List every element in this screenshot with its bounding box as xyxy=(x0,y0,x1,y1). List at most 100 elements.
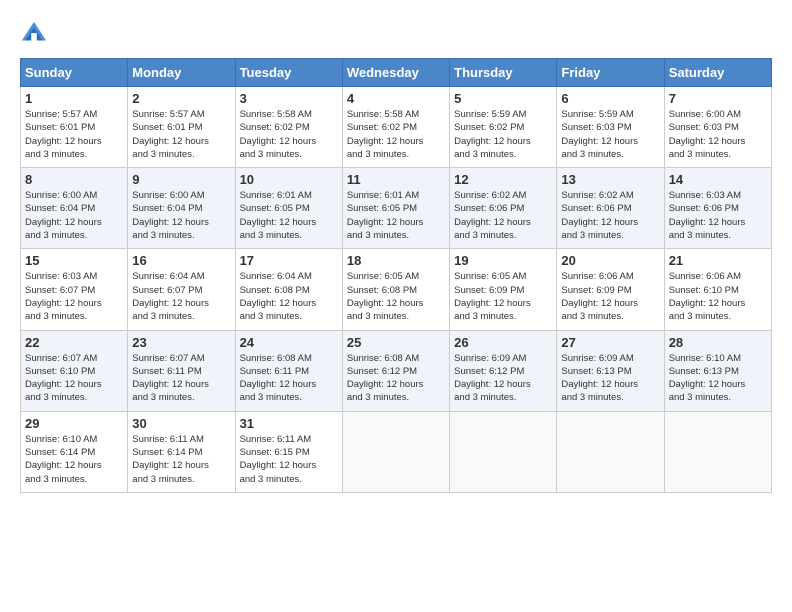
col-thursday: Thursday xyxy=(450,59,557,87)
table-row: 27 Sunrise: 6:09 AMSunset: 6:13 PMDaylig… xyxy=(557,330,664,411)
table-row: 22 Sunrise: 6:07 AMSunset: 6:10 PMDaylig… xyxy=(21,330,128,411)
day-info: Sunrise: 6:00 AMSunset: 6:03 PMDaylight:… xyxy=(669,108,767,161)
day-info: Sunrise: 6:07 AMSunset: 6:10 PMDaylight:… xyxy=(25,352,123,405)
day-number: 21 xyxy=(669,253,767,268)
day-number: 18 xyxy=(347,253,445,268)
day-number: 31 xyxy=(240,416,338,431)
day-number: 4 xyxy=(347,91,445,106)
table-row: 19 Sunrise: 6:05 AMSunset: 6:09 PMDaylig… xyxy=(450,249,557,330)
day-info: Sunrise: 6:06 AMSunset: 6:10 PMDaylight:… xyxy=(669,270,767,323)
day-info: Sunrise: 6:02 AMSunset: 6:06 PMDaylight:… xyxy=(561,189,659,242)
day-info: Sunrise: 6:03 AMSunset: 6:07 PMDaylight:… xyxy=(25,270,123,323)
day-info: Sunrise: 6:03 AMSunset: 6:06 PMDaylight:… xyxy=(669,189,767,242)
day-number: 17 xyxy=(240,253,338,268)
day-info: Sunrise: 6:01 AMSunset: 6:05 PMDaylight:… xyxy=(347,189,445,242)
table-row: 15 Sunrise: 6:03 AMSunset: 6:07 PMDaylig… xyxy=(21,249,128,330)
day-number: 28 xyxy=(669,335,767,350)
table-row: 4 Sunrise: 5:58 AMSunset: 6:02 PMDayligh… xyxy=(342,87,449,168)
day-info: Sunrise: 6:09 AMSunset: 6:12 PMDaylight:… xyxy=(454,352,552,405)
day-info: Sunrise: 6:02 AMSunset: 6:06 PMDaylight:… xyxy=(454,189,552,242)
col-wednesday: Wednesday xyxy=(342,59,449,87)
day-number: 11 xyxy=(347,172,445,187)
day-info: Sunrise: 6:11 AMSunset: 6:15 PMDaylight:… xyxy=(240,433,338,486)
day-info: Sunrise: 6:00 AMSunset: 6:04 PMDaylight:… xyxy=(25,189,123,242)
calendar-table: Sunday Monday Tuesday Wednesday Thursday… xyxy=(20,58,772,493)
calendar-week-row: 15 Sunrise: 6:03 AMSunset: 6:07 PMDaylig… xyxy=(21,249,772,330)
day-number: 2 xyxy=(132,91,230,106)
table-row: 18 Sunrise: 6:05 AMSunset: 6:08 PMDaylig… xyxy=(342,249,449,330)
calendar-week-row: 22 Sunrise: 6:07 AMSunset: 6:10 PMDaylig… xyxy=(21,330,772,411)
day-info: Sunrise: 6:04 AMSunset: 6:08 PMDaylight:… xyxy=(240,270,338,323)
table-row: 9 Sunrise: 6:00 AMSunset: 6:04 PMDayligh… xyxy=(128,168,235,249)
day-number: 15 xyxy=(25,253,123,268)
day-number: 13 xyxy=(561,172,659,187)
day-number: 8 xyxy=(25,172,123,187)
day-info: Sunrise: 5:58 AMSunset: 6:02 PMDaylight:… xyxy=(347,108,445,161)
day-number: 1 xyxy=(25,91,123,106)
day-number: 6 xyxy=(561,91,659,106)
table-row: 17 Sunrise: 6:04 AMSunset: 6:08 PMDaylig… xyxy=(235,249,342,330)
table-row: 30 Sunrise: 6:11 AMSunset: 6:14 PMDaylig… xyxy=(128,411,235,492)
table-row xyxy=(557,411,664,492)
day-number: 22 xyxy=(25,335,123,350)
day-info: Sunrise: 5:58 AMSunset: 6:02 PMDaylight:… xyxy=(240,108,338,161)
day-info: Sunrise: 5:59 AMSunset: 6:02 PMDaylight:… xyxy=(454,108,552,161)
table-row: 13 Sunrise: 6:02 AMSunset: 6:06 PMDaylig… xyxy=(557,168,664,249)
table-row: 29 Sunrise: 6:10 AMSunset: 6:14 PMDaylig… xyxy=(21,411,128,492)
day-number: 19 xyxy=(454,253,552,268)
header xyxy=(20,20,772,48)
day-info: Sunrise: 6:05 AMSunset: 6:09 PMDaylight:… xyxy=(454,270,552,323)
day-number: 5 xyxy=(454,91,552,106)
day-number: 23 xyxy=(132,335,230,350)
table-row: 31 Sunrise: 6:11 AMSunset: 6:15 PMDaylig… xyxy=(235,411,342,492)
col-friday: Friday xyxy=(557,59,664,87)
day-info: Sunrise: 6:07 AMSunset: 6:11 PMDaylight:… xyxy=(132,352,230,405)
day-info: Sunrise: 6:05 AMSunset: 6:08 PMDaylight:… xyxy=(347,270,445,323)
day-number: 7 xyxy=(669,91,767,106)
table-row: 28 Sunrise: 6:10 AMSunset: 6:13 PMDaylig… xyxy=(664,330,771,411)
calendar-week-row: 1 Sunrise: 5:57 AMSunset: 6:01 PMDayligh… xyxy=(21,87,772,168)
col-sunday: Sunday xyxy=(21,59,128,87)
day-number: 25 xyxy=(347,335,445,350)
table-row: 25 Sunrise: 6:08 AMSunset: 6:12 PMDaylig… xyxy=(342,330,449,411)
day-info: Sunrise: 6:08 AMSunset: 6:12 PMDaylight:… xyxy=(347,352,445,405)
table-row: 1 Sunrise: 5:57 AMSunset: 6:01 PMDayligh… xyxy=(21,87,128,168)
day-number: 20 xyxy=(561,253,659,268)
table-row: 23 Sunrise: 6:07 AMSunset: 6:11 PMDaylig… xyxy=(128,330,235,411)
table-row: 11 Sunrise: 6:01 AMSunset: 6:05 PMDaylig… xyxy=(342,168,449,249)
col-tuesday: Tuesday xyxy=(235,59,342,87)
day-info: Sunrise: 6:04 AMSunset: 6:07 PMDaylight:… xyxy=(132,270,230,323)
table-row: 10 Sunrise: 6:01 AMSunset: 6:05 PMDaylig… xyxy=(235,168,342,249)
day-info: Sunrise: 6:00 AMSunset: 6:04 PMDaylight:… xyxy=(132,189,230,242)
table-row: 6 Sunrise: 5:59 AMSunset: 6:03 PMDayligh… xyxy=(557,87,664,168)
table-row xyxy=(342,411,449,492)
day-info: Sunrise: 5:57 AMSunset: 6:01 PMDaylight:… xyxy=(132,108,230,161)
table-row: 20 Sunrise: 6:06 AMSunset: 6:09 PMDaylig… xyxy=(557,249,664,330)
day-info: Sunrise: 6:11 AMSunset: 6:14 PMDaylight:… xyxy=(132,433,230,486)
table-row: 5 Sunrise: 5:59 AMSunset: 6:02 PMDayligh… xyxy=(450,87,557,168)
col-monday: Monday xyxy=(128,59,235,87)
day-info: Sunrise: 6:06 AMSunset: 6:09 PMDaylight:… xyxy=(561,270,659,323)
day-number: 27 xyxy=(561,335,659,350)
table-row: 21 Sunrise: 6:06 AMSunset: 6:10 PMDaylig… xyxy=(664,249,771,330)
day-number: 3 xyxy=(240,91,338,106)
day-number: 16 xyxy=(132,253,230,268)
calendar-week-row: 8 Sunrise: 6:00 AMSunset: 6:04 PMDayligh… xyxy=(21,168,772,249)
header-row: Sunday Monday Tuesday Wednesday Thursday… xyxy=(21,59,772,87)
day-number: 14 xyxy=(669,172,767,187)
day-info: Sunrise: 5:57 AMSunset: 6:01 PMDaylight:… xyxy=(25,108,123,161)
logo-icon xyxy=(20,20,48,48)
table-row: 12 Sunrise: 6:02 AMSunset: 6:06 PMDaylig… xyxy=(450,168,557,249)
day-info: Sunrise: 6:08 AMSunset: 6:11 PMDaylight:… xyxy=(240,352,338,405)
table-row: 26 Sunrise: 6:09 AMSunset: 6:12 PMDaylig… xyxy=(450,330,557,411)
table-row xyxy=(664,411,771,492)
day-number: 12 xyxy=(454,172,552,187)
table-row xyxy=(450,411,557,492)
day-number: 26 xyxy=(454,335,552,350)
calendar-week-row: 29 Sunrise: 6:10 AMSunset: 6:14 PMDaylig… xyxy=(21,411,772,492)
day-number: 9 xyxy=(132,172,230,187)
col-saturday: Saturday xyxy=(664,59,771,87)
table-row: 24 Sunrise: 6:08 AMSunset: 6:11 PMDaylig… xyxy=(235,330,342,411)
table-row: 8 Sunrise: 6:00 AMSunset: 6:04 PMDayligh… xyxy=(21,168,128,249)
day-info: Sunrise: 6:10 AMSunset: 6:13 PMDaylight:… xyxy=(669,352,767,405)
